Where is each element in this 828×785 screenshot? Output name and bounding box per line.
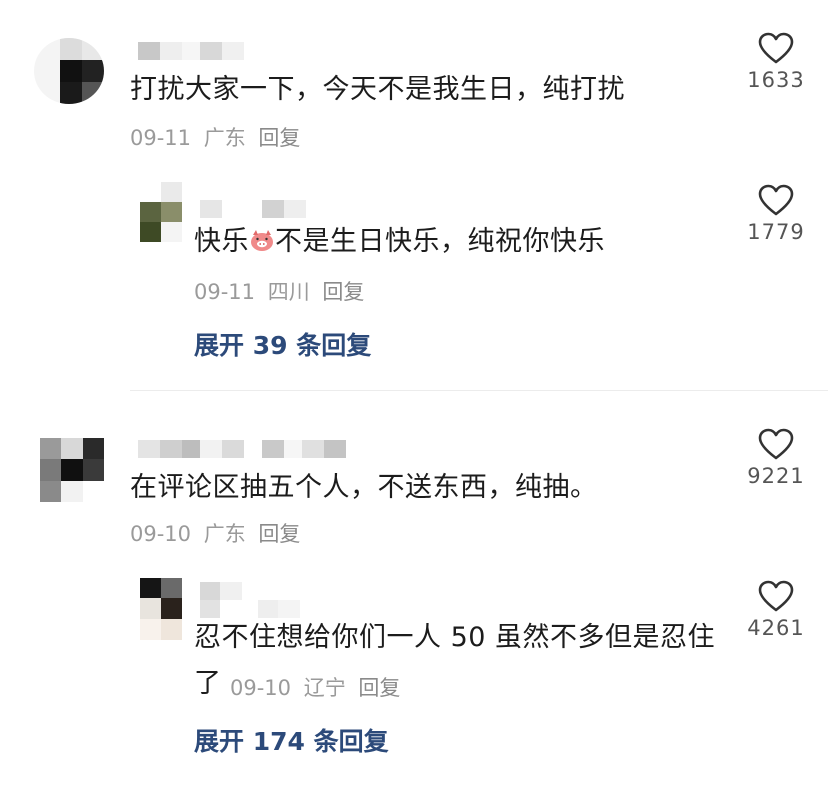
like-count: 4261 bbox=[747, 616, 805, 640]
comment-location: 广东 bbox=[203, 126, 246, 150]
like-button[interactable]: 1779 bbox=[736, 184, 816, 244]
like-button[interactable]: 9221 bbox=[736, 428, 816, 488]
heart-outline-icon bbox=[758, 184, 794, 216]
username-blurred[interactable] bbox=[200, 200, 306, 218]
reply-date: 09-10 bbox=[230, 676, 292, 700]
reply-text: 忍不住想给你们一人 50 虽然不多但是忍住 bbox=[194, 622, 716, 653]
avatar[interactable] bbox=[140, 182, 182, 242]
username-blurred[interactable] bbox=[138, 42, 244, 60]
reply-button[interactable]: 回复 bbox=[258, 522, 300, 546]
expand-replies-button[interactable]: 展开 39 条回复 bbox=[194, 326, 371, 362]
heart-outline-icon bbox=[758, 580, 794, 612]
reply-location: 辽宁 bbox=[303, 676, 346, 700]
reply-text-part: 快乐 bbox=[194, 226, 249, 257]
reply-date: 09-11 bbox=[194, 280, 256, 304]
username-blurred[interactable] bbox=[138, 440, 346, 458]
reply-button[interactable]: 回复 bbox=[258, 126, 300, 150]
username-blurred[interactable] bbox=[200, 582, 262, 600]
reply-meta: 09-10 辽宁 回复 bbox=[230, 672, 400, 702]
like-count: 1779 bbox=[747, 220, 805, 244]
like-count: 1633 bbox=[747, 68, 805, 92]
reply-location: 四川 bbox=[267, 280, 310, 304]
pig-emoji-icon bbox=[251, 230, 273, 251]
like-count: 9221 bbox=[747, 464, 805, 488]
like-button[interactable]: 1633 bbox=[736, 32, 816, 92]
reply-text-line2: 了 bbox=[194, 668, 222, 699]
heart-outline-icon bbox=[758, 32, 794, 64]
comment-text: 打扰大家一下，今天不是我生日，纯打扰 bbox=[130, 74, 625, 105]
expand-replies-button[interactable]: 展开 174 条回复 bbox=[194, 722, 389, 758]
username-blurred bbox=[200, 600, 300, 618]
comment-date: 09-10 bbox=[130, 522, 192, 546]
avatar[interactable] bbox=[34, 38, 104, 104]
like-button[interactable]: 4261 bbox=[736, 580, 816, 640]
comment-location: 广东 bbox=[203, 522, 246, 546]
reply-text: 快乐 不是生日快乐，纯祝你快乐 bbox=[194, 224, 605, 260]
reply-button[interactable]: 回复 bbox=[358, 676, 400, 700]
comment-text: 在评论区抽五个人，不送东西，纯抽。 bbox=[130, 472, 598, 503]
reply-text-part: 不是生日快乐，纯祝你快乐 bbox=[275, 226, 605, 257]
comment-meta: 09-10 广东 回复 bbox=[130, 518, 300, 548]
avatar[interactable] bbox=[140, 578, 182, 640]
heart-outline-icon bbox=[758, 428, 794, 460]
reply-meta: 09-11 四川 回复 bbox=[194, 276, 364, 306]
comment-meta: 09-11 广东 回复 bbox=[130, 122, 300, 152]
avatar[interactable] bbox=[40, 438, 104, 502]
reply-button[interactable]: 回复 bbox=[322, 280, 364, 304]
comment-date: 09-11 bbox=[130, 126, 192, 150]
divider bbox=[130, 390, 828, 391]
